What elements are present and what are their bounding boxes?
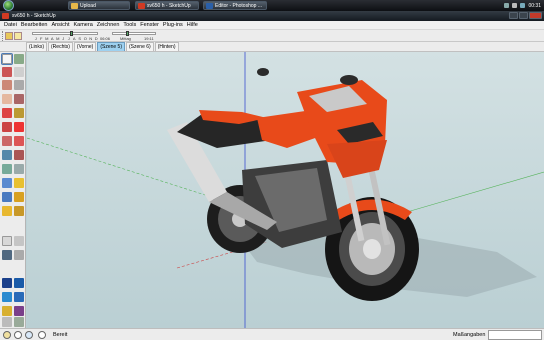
model-viewport[interactable] [27, 52, 544, 328]
tab-hinten[interactable]: (Hinten) [154, 42, 179, 51]
right-view-icon[interactable] [14, 292, 24, 302]
follow-me-icon[interactable] [14, 136, 24, 146]
arc-tool-icon[interactable] [2, 108, 12, 118]
wireframe-style-icon[interactable] [14, 317, 24, 327]
menu-tools[interactable]: Tools [121, 22, 138, 28]
front-hub [363, 239, 381, 259]
previous-view-icon[interactable] [14, 206, 24, 216]
dimension-tool-icon[interactable] [2, 164, 12, 174]
orbit-tool-icon[interactable] [2, 178, 12, 188]
position-camera-icon[interactable] [2, 250, 12, 260]
menu-datei[interactable]: Datei [2, 22, 19, 28]
look-around-icon[interactable] [14, 250, 24, 260]
iso-view-icon[interactable] [2, 278, 12, 288]
geo-location-icon[interactable] [3, 331, 11, 339]
menu-bar: Datei Bearbeiten Ansicht Kamera Zeichnen… [0, 21, 544, 30]
zoom-extents-icon[interactable] [2, 206, 12, 216]
maximize-button[interactable] [519, 12, 528, 19]
menu-kamera[interactable]: Kamera [72, 22, 95, 28]
taskbar-button-sketchup[interactable]: sv650 h - SketchUp [135, 1, 199, 10]
time-end: 19:11 [144, 36, 154, 41]
pan-tool-icon[interactable] [14, 178, 24, 188]
shadow-toggle-icon[interactable] [5, 32, 13, 40]
month-labels: JF MA MJ JA SO ND [34, 36, 98, 41]
minimize-button[interactable] [509, 12, 518, 19]
system-tray: 00:31 [504, 0, 541, 11]
component-tool-icon[interactable] [14, 54, 24, 64]
circle-tool-icon[interactable] [2, 94, 12, 104]
push-pull-icon[interactable] [14, 122, 24, 132]
tab-rechts[interactable]: (Rechts) [48, 42, 73, 51]
user-icon[interactable] [25, 331, 33, 339]
folder-icon [71, 3, 78, 9]
eraser-tool-icon[interactable] [14, 67, 24, 77]
scene-tabs: (Links) (Rechts) (Vorne) (Szene 5) (Szen… [0, 42, 544, 52]
rectangle-tool-icon[interactable] [14, 80, 24, 90]
pencil-tool-icon[interactable] [2, 67, 12, 77]
network-icon[interactable] [504, 3, 510, 8]
offset-tool-icon[interactable] [14, 150, 24, 160]
menu-fenster[interactable]: Fenster [138, 22, 161, 28]
toolbar-grip[interactable] [2, 31, 4, 41]
front-view-icon[interactable] [2, 292, 12, 302]
measurements-field[interactable] [488, 330, 542, 340]
back-view-icon[interactable] [2, 306, 12, 316]
left-view-icon[interactable] [14, 306, 24, 316]
mirror-left [257, 68, 269, 76]
tray-app-icon[interactable] [520, 3, 526, 8]
tool-palette [0, 52, 26, 328]
mirror-right [340, 75, 358, 85]
noon-label: Mittag [120, 36, 131, 41]
zoom-tool-icon[interactable] [2, 192, 12, 202]
taskbar-button-photoshop[interactable]: Editor - Photoshop ... [203, 1, 267, 10]
tab-szene-6[interactable]: (Szene 6) [126, 42, 154, 51]
paint-bucket-icon[interactable] [2, 80, 12, 90]
menu-plugins[interactable]: Plug-ins [161, 22, 185, 28]
sketchup-app-icon [2, 13, 9, 19]
time-start: 06:06 [100, 36, 111, 41]
walk-tool-icon[interactable] [14, 236, 24, 246]
zoom-window-icon[interactable] [14, 192, 24, 202]
lower-fairing [327, 140, 387, 178]
help-icon[interactable] [38, 331, 46, 339]
section-plane-icon[interactable] [2, 236, 12, 246]
tab-vorne[interactable]: (Vorne) [73, 42, 97, 51]
xray-style-icon[interactable] [2, 317, 12, 327]
freehand-tool-icon[interactable] [14, 108, 24, 118]
motorcycle-model [27, 52, 544, 328]
green-axis-positive [406, 171, 544, 213]
measurements-label: Maßangaben [453, 332, 486, 338]
menu-zeichnen[interactable]: Zeichnen [95, 22, 122, 28]
tab-szene-5[interactable]: (Szene 5) [97, 42, 126, 51]
rotate-tool-icon[interactable] [2, 136, 12, 146]
volume-icon[interactable] [512, 3, 518, 8]
shadow-toolbar: JF MA MJ JA SO ND 06:06 Mittag 19:11 [0, 30, 544, 42]
date-slider[interactable] [32, 32, 98, 35]
shadow-settings-icon[interactable] [14, 32, 22, 40]
menu-bearbeiten[interactable]: Bearbeiten [19, 22, 50, 28]
clock[interactable]: 00:31 [528, 3, 541, 9]
windows-taskbar: Upload sv650 h - SketchUp Editor - Photo… [0, 0, 544, 11]
status-bar: Bereit Maßangaben [0, 328, 544, 340]
window-titlebar: sv650 h - SketchUp [0, 11, 544, 21]
credits-icon[interactable] [14, 331, 22, 339]
status-text: Bereit [53, 332, 68, 338]
close-button[interactable] [529, 12, 542, 19]
start-orb-icon[interactable] [3, 0, 14, 11]
tab-links[interactable]: (Links) [26, 42, 48, 51]
select-tool-icon[interactable] [1, 53, 13, 65]
protractor-icon[interactable] [14, 164, 24, 174]
top-view-icon[interactable] [14, 278, 24, 288]
photoshop-icon [206, 3, 213, 9]
move-tool-icon[interactable] [2, 122, 12, 132]
polygon-tool-icon[interactable] [14, 94, 24, 104]
menu-ansicht[interactable]: Ansicht [49, 22, 71, 28]
menu-hilfe[interactable]: Hilfe [185, 22, 200, 28]
tape-measure-icon[interactable] [2, 150, 12, 160]
taskbar-button-upload[interactable]: Upload [68, 1, 130, 10]
sketchup-icon [138, 3, 145, 9]
time-slider[interactable] [112, 32, 156, 35]
window-title: sv650 h - SketchUp [12, 13, 56, 19]
